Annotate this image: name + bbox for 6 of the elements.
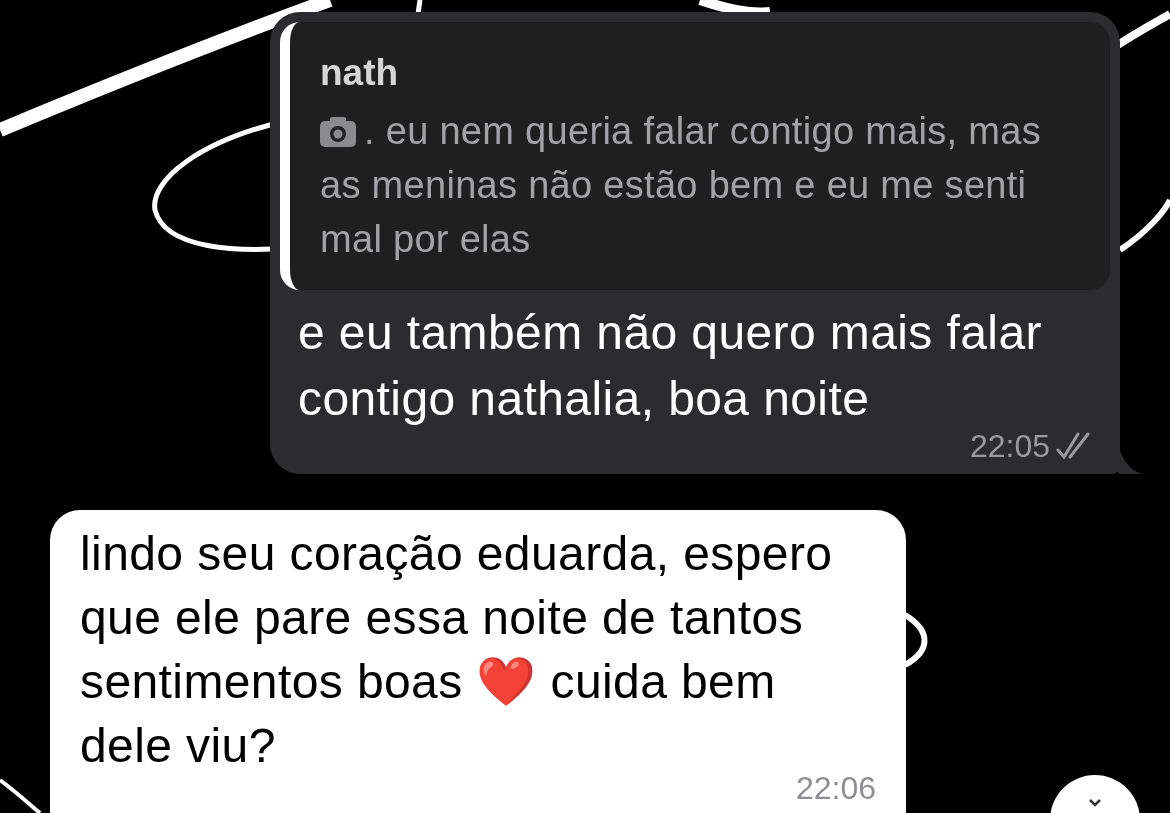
reply-quote[interactable]: nath . eu nem queria falar contigo mais, mas as meninas não estão bem e eu me senti mal por elas	[280, 22, 1110, 290]
reply-text: . eu nem queria falar contigo mais, mas as meninas não estão bem e eu me senti mal por elas	[320, 110, 1041, 260]
message-time: 22:05	[969, 428, 1050, 464]
message-text: e eu também não quero mais falar contigo nathalia, boa noite	[297, 305, 1043, 427]
chevron-icon	[1087, 797, 1103, 809]
reply-author: nath	[320, 52, 400, 94]
